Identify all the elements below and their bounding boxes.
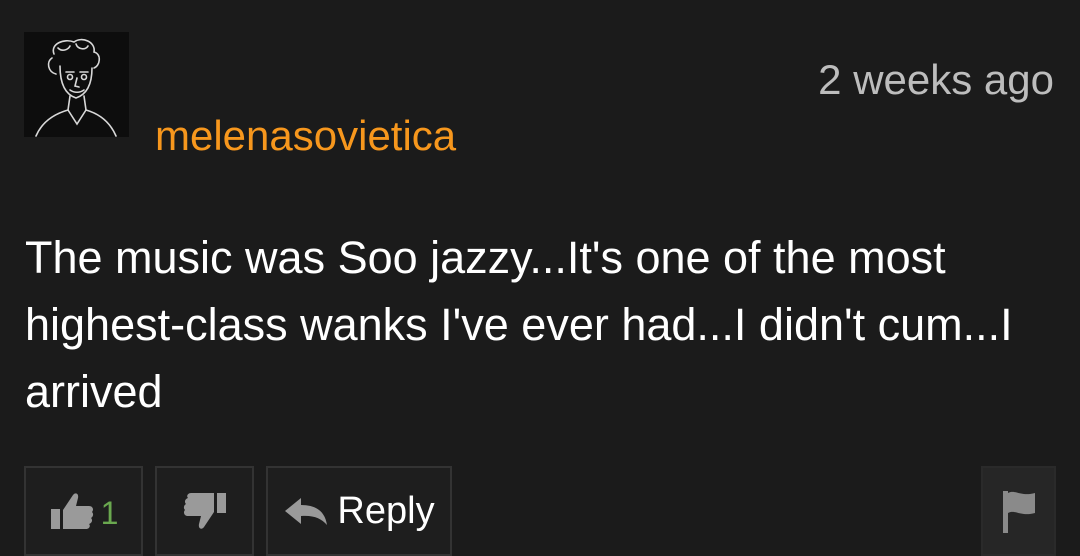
flag-icon <box>999 487 1039 535</box>
like-count: 1 <box>100 494 119 531</box>
reply-button[interactable]: Reply <box>266 466 452 556</box>
timestamp: 2 weeks ago <box>818 56 1054 103</box>
thumbs-down-icon <box>182 491 228 531</box>
reply-label: Reply <box>337 489 435 532</box>
flag-button[interactable] <box>981 466 1056 556</box>
dislike-button[interactable] <box>155 466 254 556</box>
avatar-image <box>24 32 129 137</box>
thumbs-up-icon <box>49 491 95 531</box>
avatar[interactable] <box>24 32 129 137</box>
reply-arrow-icon <box>283 496 329 526</box>
like-button[interactable]: 1 <box>24 466 143 556</box>
username[interactable]: melenasovietica <box>155 112 456 160</box>
comment-body: The music was Soo jazzy...It's one of th… <box>25 232 1013 417</box>
